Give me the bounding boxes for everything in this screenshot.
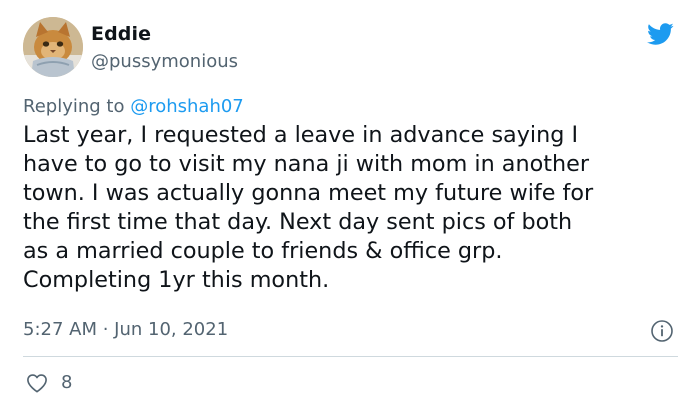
- like-button[interactable]: 8: [26, 372, 72, 393]
- author-handle[interactable]: @pussymonious: [91, 51, 238, 72]
- info-icon[interactable]: [650, 319, 674, 343]
- tweet-text: Last year, I requested a leave in advanc…: [23, 122, 594, 293]
- author-display-name[interactable]: Eddie: [91, 23, 151, 45]
- twitter-bird-icon[interactable]: [644, 20, 676, 48]
- avatar[interactable]: [23, 17, 83, 77]
- replying-to-label: Replying to: [23, 96, 131, 117]
- reply-mention-link[interactable]: @rohshah07: [130, 96, 244, 117]
- tweet-card: Eddie @pussymonious Replying to @rohshah…: [0, 0, 700, 411]
- tweet-timestamp[interactable]: 5:27 AM · Jun 10, 2021: [23, 319, 228, 340]
- heart-icon[interactable]: [26, 373, 48, 393]
- like-count: 8: [61, 372, 73, 393]
- divider: [23, 356, 678, 357]
- replying-to: Replying to @rohshah07: [23, 96, 244, 117]
- cat-avatar-icon: [23, 17, 83, 77]
